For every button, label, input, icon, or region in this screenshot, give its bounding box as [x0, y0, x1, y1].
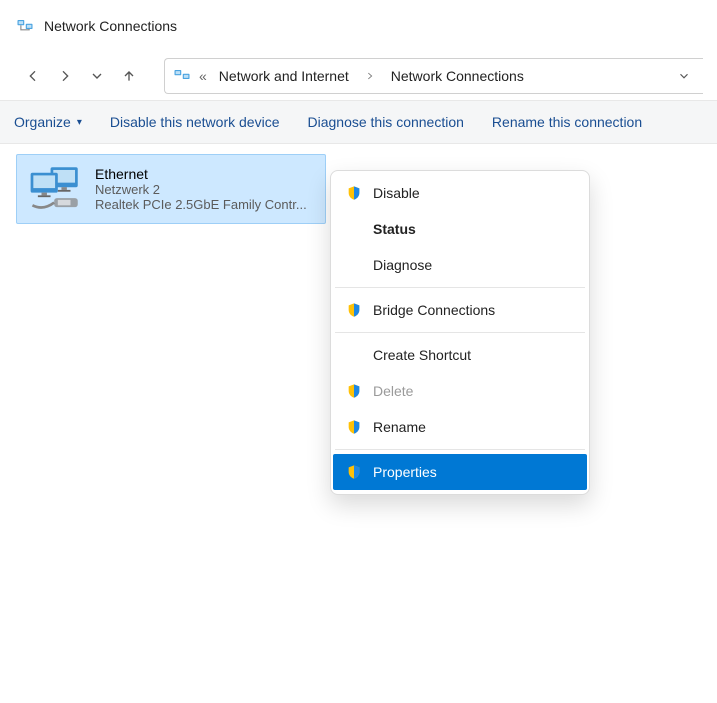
titlebar: Network Connections: [0, 0, 717, 52]
context-menu-label: Delete: [373, 383, 413, 399]
ethernet-adapter-icon: [27, 165, 85, 213]
disable-device-button[interactable]: Disable this network device: [110, 114, 280, 130]
adapter-name: Ethernet: [95, 166, 307, 182]
adapter-network: Netzwerk 2: [95, 182, 307, 197]
chevron-right-icon: [361, 71, 379, 81]
adapter-device: Realtek PCIe 2.5GbE Family Contr...: [95, 197, 307, 212]
context-menu-label: Bridge Connections: [373, 302, 495, 318]
breadcrumb-item[interactable]: Network and Internet: [215, 68, 353, 84]
window-title: Network Connections: [44, 18, 177, 34]
context-menu-label: Properties: [373, 464, 437, 480]
recent-locations-button[interactable]: [82, 61, 112, 91]
organize-menu[interactable]: Organize ▾: [14, 114, 82, 130]
context-menu: Disable Status Diagnose Bridge Connectio…: [330, 170, 590, 495]
shield-icon: [345, 382, 363, 400]
separator: [335, 449, 585, 450]
caret-down-icon: ▾: [77, 117, 82, 128]
context-menu-rename[interactable]: Rename: [335, 409, 585, 445]
context-menu-bridge[interactable]: Bridge Connections: [335, 292, 585, 328]
navigation-bar: « Network and Internet Network Connectio…: [0, 52, 717, 100]
network-connections-icon: [16, 17, 34, 35]
back-button[interactable]: [18, 61, 48, 91]
separator: [335, 287, 585, 288]
separator: [335, 332, 585, 333]
up-button[interactable]: [114, 61, 144, 91]
context-menu-properties[interactable]: Properties: [333, 454, 587, 490]
rename-button[interactable]: Rename this connection: [492, 114, 642, 130]
breadcrumb-item[interactable]: Network Connections: [387, 68, 528, 84]
context-menu-label: Status: [373, 221, 416, 237]
shield-icon: [345, 184, 363, 202]
context-menu-status[interactable]: Status: [335, 211, 585, 247]
organize-label: Organize: [14, 114, 71, 130]
network-connections-icon: [173, 67, 191, 85]
address-bar[interactable]: « Network and Internet Network Connectio…: [164, 58, 703, 94]
forward-button[interactable]: [50, 61, 80, 91]
adapter-tile-ethernet[interactable]: Ethernet Netzwerk 2 Realtek PCIe 2.5GbE …: [16, 154, 326, 224]
context-menu-delete: Delete: [335, 373, 585, 409]
command-bar: Organize ▾ Disable this network device D…: [0, 100, 717, 144]
shield-icon: [345, 418, 363, 436]
context-menu-create-shortcut[interactable]: Create Shortcut: [335, 337, 585, 373]
diagnose-button[interactable]: Diagnose this connection: [307, 114, 463, 130]
shield-icon: [345, 301, 363, 319]
context-menu-label: Create Shortcut: [373, 347, 471, 363]
context-menu-disable[interactable]: Disable: [335, 175, 585, 211]
shield-icon: [345, 463, 363, 481]
breadcrumb-prefix: «: [199, 68, 207, 84]
context-menu-label: Disable: [373, 185, 420, 201]
context-menu-label: Diagnose: [373, 257, 432, 273]
content-area: Ethernet Netzwerk 2 Realtek PCIe 2.5GbE …: [0, 144, 717, 234]
context-menu-label: Rename: [373, 419, 426, 435]
chevron-down-icon[interactable]: [677, 69, 695, 83]
context-menu-diagnose[interactable]: Diagnose: [335, 247, 585, 283]
adapter-info: Ethernet Netzwerk 2 Realtek PCIe 2.5GbE …: [95, 166, 307, 212]
